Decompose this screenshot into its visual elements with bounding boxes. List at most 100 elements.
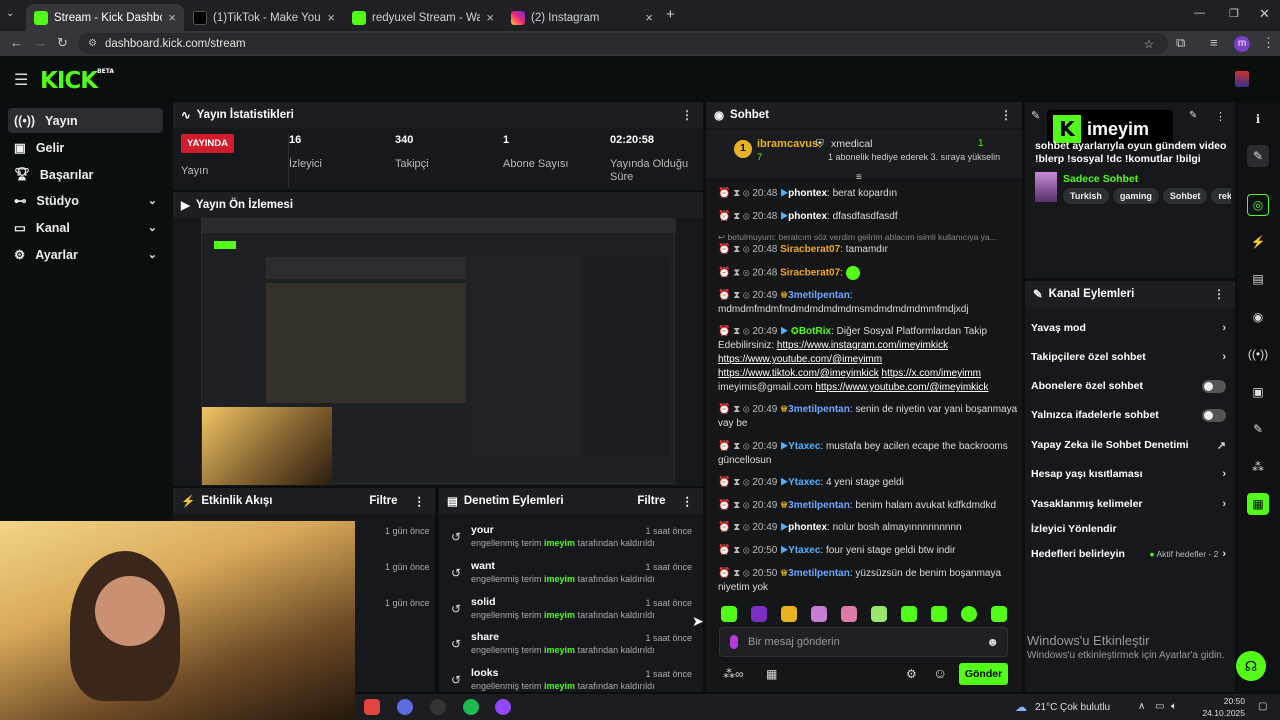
action-ai-moderation[interactable]: Yapay Zeka ile Sohbet Denetimi ↗ <box>1031 436 1226 454</box>
bolt-icon[interactable]: ⚡ <box>1247 231 1269 253</box>
chat-message[interactable]: ⏰ ⧗ ⊚ 20:49 ▶Ytaxec: 4 yeni stage geldi <box>718 476 1018 490</box>
new-tab-button[interactable]: + <box>666 6 675 23</box>
kebab-icon[interactable]: ⋮ <box>414 494 426 508</box>
chat-message[interactable]: ⏰ ⧗ ⊚ 20:49 ♛3metilpentan: senin de niye… <box>718 403 1018 431</box>
emote-icon[interactable] <box>811 606 827 622</box>
chat-message[interactable]: ⏰ ⧗ ⊚ 20:50 ▶Ytaxec: four yeni stage gel… <box>718 544 1018 558</box>
volume-icon[interactable]: 🔈︎ <box>1171 701 1177 712</box>
notification-icon[interactable]: ▢ <box>1258 701 1267 712</box>
tag[interactable]: Sohbet <box>1162 188 1208 204</box>
sidebar-item-kanal[interactable]: ▭ Kanal ⌄ <box>8 215 163 240</box>
mod-row[interactable]: ↺ looks engellenmiş terim imeyim tarafında… <box>445 667 700 693</box>
stream-preview[interactable] <box>201 218 676 485</box>
filter-button[interactable]: Filtre <box>369 495 397 507</box>
emote-icon[interactable] <box>901 606 917 622</box>
weather-text[interactable]: Çok bulutlu <box>1060 702 1110 713</box>
mod-row[interactable]: ↺ solid engellenmiş terim imeyim tarafında… <box>445 596 700 630</box>
app-icon[interactable] <box>364 699 380 715</box>
tag[interactable]: Turkish <box>1063 188 1109 204</box>
chat-message[interactable]: ⏰ ⧗ ⊚ 20:48 Siracberat07: <box>718 266 1018 281</box>
mod-row[interactable]: ↺ your engellenmiş terim imeyim tarafından… <box>445 524 700 558</box>
undo-icon[interactable]: ↺ <box>451 637 461 651</box>
focus-icon[interactable]: ◎ <box>1247 194 1269 216</box>
chat-message[interactable]: ⏰ ⧗ ⊚ 20:49 ▶Ytaxec: mustafa bey acilen … <box>718 440 1018 468</box>
emote-icon[interactable] <box>721 606 737 622</box>
action-account-age[interactable]: Hesap yaşı kısıtlaması › <box>1031 465 1226 483</box>
close-icon[interactable]: × <box>168 10 176 25</box>
mic-icon[interactable] <box>730 635 738 649</box>
chat-input-placeholder[interactable]: Bir mesaj gönderin <box>748 636 840 648</box>
url-text[interactable]: dashboard.kick.com/stream <box>105 38 246 50</box>
chat-message[interactable]: ⏰ ⧗ ⊚ 20:49 ♛3metilpentan: benim halam a… <box>718 499 1018 513</box>
clock-time[interactable]: 20:50 <box>1195 696 1245 706</box>
temperature[interactable]: 21°C <box>1035 702 1057 713</box>
app-icon[interactable] <box>397 699 413 715</box>
minimize-icon[interactable]: — <box>1194 7 1205 19</box>
menu-icon[interactable]: ⋮ <box>1262 35 1275 51</box>
scroll-indicator-icon[interactable]: ≡ <box>856 172 862 183</box>
sidebar-item-ayarlar[interactable]: ⚙ Ayarlar ⌄ <box>8 242 163 267</box>
tray-chevron-icon[interactable]: ∧ <box>1138 701 1145 712</box>
action-goals[interactable]: Hedefleri belirleyin ● Aktif hedefler - 2… <box>1031 545 1226 563</box>
mod-row[interactable]: ↺ share engellenmiş terim imeyim tarafında… <box>445 631 700 665</box>
back-icon[interactable]: ← <box>10 35 23 50</box>
tab-kick-dashboard[interactable]: Stream - Kick Dashboard × <box>26 4 184 31</box>
chat-message-bot[interactable]: ⏰ ⧗ ⊚ 20:49 ▶ ✪BotRix: Diğer Sosyal Plat… <box>718 325 1018 395</box>
support-icon[interactable]: ☊ <box>1236 651 1266 681</box>
sidebar-item-gelir[interactable]: ▣ Gelir <box>8 135 163 160</box>
info-icon[interactable]: ℹ <box>1247 108 1269 130</box>
toggle-switch[interactable] <box>1202 408 1226 422</box>
action-redirect[interactable]: İzleyici Yönlendir <box>1031 520 1226 538</box>
reply-reference[interactable]: ↩ betulmuyum: beratcım söz verdim geliri… <box>718 230 1018 244</box>
document-icon[interactable]: ▤ <box>1247 268 1269 290</box>
tag[interactable]: gaming <box>1112 188 1159 204</box>
chat-message[interactable]: ⏰ ⧗ ⊚ 20:48 ▶phontex: dfasdfasdfasdf <box>718 210 1018 224</box>
chrome-icon[interactable] <box>430 699 446 715</box>
sidebar-item-studyo[interactable]: ⊷ Stüdyo ⌄ <box>8 188 163 213</box>
undo-icon[interactable]: ↺ <box>451 566 461 580</box>
weather-icon[interactable]: ☁ <box>1015 700 1027 714</box>
close-icon[interactable]: × <box>645 10 653 25</box>
users-icon[interactable]: ⁂ <box>1247 456 1269 478</box>
emote-icon[interactable] <box>991 606 1007 622</box>
chat-message[interactable]: ⏰ ⧗ ⊚ 20:48 ▶phontex: berat kopardın <box>718 187 1018 201</box>
action-banned-words[interactable]: Yasaklanmış kelimeler › <box>1031 495 1226 513</box>
kick-logo[interactable]: KICKBETA <box>40 68 114 94</box>
pinned-other-user[interactable]: xmedical <box>831 138 872 150</box>
chat-input[interactable]: Bir mesaj gönderin ☻ <box>719 627 1008 657</box>
emote-icon[interactable] <box>751 606 767 622</box>
action-emotes-only[interactable]: Yalnızca ifadelerle sohbet <box>1031 406 1226 424</box>
media-icon[interactable]: ≡ <box>1210 35 1218 50</box>
toggle-switch[interactable] <box>1202 379 1226 393</box>
emote-icon[interactable] <box>931 606 947 622</box>
extensions-icon[interactable]: ⧉ <box>1176 35 1185 51</box>
forward-icon[interactable]: → <box>34 35 47 50</box>
tab-redyuxel[interactable]: redyuxel Stream - Watch Live o × <box>344 4 502 31</box>
sidebar-item-basarilar[interactable]: 🏆︎ Başarılar <box>8 162 163 187</box>
bot-icon[interactable]: ☺ <box>933 665 947 681</box>
action-followers-only[interactable]: Takipçilere özel sohbet › <box>1031 348 1226 366</box>
chat-message[interactable]: ⏰ ⧗ ⊚ 20:50 ♛3metilpentan: yüzsüzsün de … <box>718 567 1018 595</box>
mod-row[interactable]: ↺ want engellenmiş terim imeyim tarafından… <box>445 560 700 594</box>
send-button[interactable]: Gönder <box>959 663 1008 685</box>
clapper-icon[interactable]: ▦ <box>1247 493 1269 515</box>
kebab-icon[interactable]: ⋮ <box>1000 108 1012 122</box>
close-icon[interactable]: × <box>486 10 494 25</box>
pinned-user[interactable]: ibramcavus <box>757 138 818 150</box>
settings-gear-icon[interactable]: ⚙ <box>906 667 917 681</box>
chat-message[interactable]: ⏰ ⧗ ⊚ 20:49 ▶phontex: nolur bosh almayın… <box>718 521 1018 535</box>
site-info-icon[interactable]: ⚙ <box>88 38 97 49</box>
wrench-icon[interactable]: ✎ <box>1247 418 1269 440</box>
emote-icon[interactable] <box>871 606 887 622</box>
layout-icon[interactable]: ▣ <box>1247 381 1269 403</box>
tab-search-icon[interactable]: ⌄ <box>6 8 14 19</box>
close-window-icon[interactable]: ✕ <box>1259 6 1270 22</box>
kebab-icon[interactable]: ⋮ <box>1213 287 1225 301</box>
tag[interactable]: rekab <box>1211 188 1231 204</box>
network-icon[interactable]: ▭ <box>1155 701 1164 712</box>
kebab-icon[interactable]: ⋮ <box>681 108 693 122</box>
app-icon[interactable] <box>495 699 511 715</box>
chat-message[interactable]: ⏰ ⧗ ⊚ 20:49 ♛3metilpentan: mdmdmfmdmfmdmd… <box>718 289 1018 317</box>
broadcast-icon[interactable]: ((•)) <box>1247 343 1269 365</box>
url-bar[interactable]: ⚙ dashboard.kick.com/stream ☆ <box>78 33 1168 54</box>
